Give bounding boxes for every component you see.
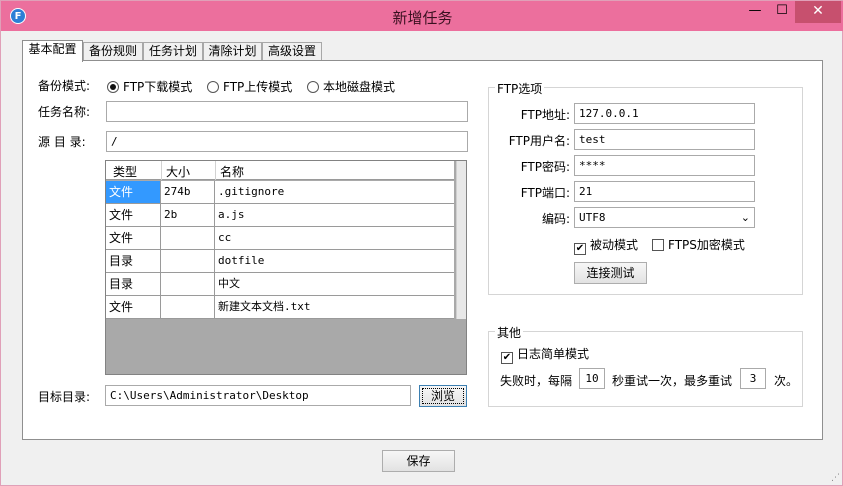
radio-dot: [107, 81, 119, 93]
ftp-password-label: FTP密码:: [520, 160, 570, 174]
passive-mode-label: 被动模式: [590, 238, 639, 252]
ftp-address-input[interactable]: 127.0.0.1: [574, 103, 755, 124]
target-dir-input[interactable]: C:\Users\Administrator\Desktop: [105, 385, 411, 406]
connection-test-button[interactable]: 连接测试: [574, 262, 647, 284]
encoding-value: UTF8: [579, 211, 606, 224]
cell-name: 中文: [218, 277, 240, 290]
encoding-label: 编码:: [541, 212, 570, 226]
grid-row[interactable]: 文件 274b .gitignore: [106, 181, 454, 204]
save-button[interactable]: 保存: [382, 450, 455, 472]
window-title: 新增任务: [392, 9, 453, 27]
grid-row[interactable]: 文件 cc: [106, 227, 454, 250]
ftps-mode-label: FTPS加密模式: [668, 238, 745, 252]
encoding-select[interactable]: UTF8 ⌄: [574, 207, 755, 228]
radio-label: FTP下载模式: [123, 80, 193, 94]
title-bar[interactable]: F 新增任务 — ☐ ✕: [1, 1, 843, 31]
grid-header: 类型 大小 名称: [106, 161, 454, 180]
radio-dot: [307, 81, 319, 93]
passive-mode-checkbox[interactable]: ✔ 被动模式: [574, 236, 638, 255]
grid-row[interactable]: 文件 新建文本文档.txt: [106, 296, 454, 319]
simple-log-checkbox[interactable]: ✔ 日志简单模式: [501, 345, 589, 364]
tab-advanced-settings[interactable]: 高级设置: [262, 42, 322, 61]
minimize-button[interactable]: —: [741, 1, 769, 23]
column-header-type[interactable]: 类型: [113, 163, 137, 180]
radio-label: 本地磁盘模式: [323, 80, 396, 94]
radio-ftp-download[interactable]: FTP下载模式: [107, 78, 192, 95]
checkmark-icon: ✔: [501, 352, 513, 364]
tab-backup-rules[interactable]: 备份规则: [83, 42, 143, 61]
cell-type: 文件: [106, 227, 161, 249]
ftp-address-label: FTP地址:: [520, 108, 570, 122]
tab-basic-config[interactable]: 基本配置: [22, 40, 83, 62]
cell-size: [161, 250, 215, 272]
maximize-button[interactable]: ☐: [769, 1, 795, 23]
radio-ftp-upload[interactable]: FTP上传模式: [207, 78, 292, 95]
tab-cleanup-schedule[interactable]: 清除计划: [203, 42, 262, 61]
cell-name: a.js: [218, 208, 245, 221]
ftp-password-input[interactable]: ****: [574, 155, 755, 176]
task-name-input[interactable]: [106, 101, 468, 122]
retry-interval-input[interactable]: 10: [579, 368, 605, 389]
ftp-options-group: FTP选项 FTP地址: 127.0.0.1 FTP用户名: test FTP密…: [488, 80, 803, 295]
ftp-options-title: FTP选项: [495, 80, 545, 97]
cell-size: 274b: [161, 181, 215, 203]
other-options-group: 其他 ✔ 日志简单模式 失败时，每隔 10 秒重试一次，最多重试 3 次。: [488, 324, 803, 407]
source-dir-label: 源 目 录:: [38, 135, 86, 149]
grid-scrollbar[interactable]: [456, 161, 466, 319]
cell-size: [161, 227, 215, 249]
cell-name: .gitignore: [218, 185, 285, 198]
file-list-grid[interactable]: 类型 大小 名称 文件 274b .gitignore 文件 2b a.js 文…: [105, 160, 467, 375]
retry-prefix-text: 失败时，每隔: [500, 374, 573, 388]
close-button[interactable]: ✕: [795, 1, 841, 23]
retry-suffix-text: 次。: [774, 374, 799, 388]
target-dir-label: 目标目录:: [38, 390, 91, 404]
column-divider: [161, 161, 162, 180]
ftps-mode-checkbox[interactable]: FTPS加密模式: [652, 236, 745, 253]
ftp-user-label: FTP用户名:: [508, 134, 570, 148]
cell-size: [161, 273, 215, 295]
retry-middle-text: 秒重试一次，最多重试: [612, 374, 733, 388]
ftp-port-label: FTP端口:: [520, 186, 570, 200]
checkbox-box: [652, 239, 664, 251]
cell-name: dotfile: [218, 254, 265, 267]
cell-type: 目录: [106, 250, 161, 272]
tab-task-schedule[interactable]: 任务计划: [143, 42, 203, 61]
cell-size: [161, 296, 215, 318]
cell-size: 2b: [161, 204, 215, 226]
grid-row[interactable]: 目录 中文: [106, 273, 454, 296]
checkmark-icon: ✔: [574, 243, 586, 255]
ftp-user-input[interactable]: test: [574, 129, 755, 150]
radio-label: FTP上传模式: [223, 80, 293, 94]
grid-row[interactable]: 文件 2b a.js: [106, 204, 454, 227]
backup-mode-label: 备份模式:: [38, 79, 91, 93]
cell-name: cc: [218, 231, 232, 244]
chevron-down-icon: ⌄: [740, 211, 750, 224]
retry-count-input[interactable]: 3: [740, 368, 766, 389]
grid-row[interactable]: 目录 dotfile: [106, 250, 454, 273]
cell-type: 目录: [106, 273, 161, 295]
column-header-size[interactable]: 大小: [166, 163, 190, 180]
cell-name: 新建文本文档.txt: [218, 300, 311, 313]
browse-button[interactable]: 浏览: [419, 385, 467, 407]
dialog-window: F 新增任务 — ☐ ✕ 基本配置 备份规则 任务计划 清除计划 高级设置 备份…: [0, 0, 843, 486]
cell-type: 文件: [106, 181, 161, 203]
cell-type: 文件: [106, 296, 161, 318]
cell-type: 文件: [106, 204, 161, 226]
ftp-port-input[interactable]: 21: [574, 181, 755, 202]
other-options-title: 其他: [495, 324, 524, 341]
task-name-label: 任务名称:: [38, 105, 91, 119]
simple-log-label: 日志简单模式: [517, 347, 590, 361]
column-divider: [215, 161, 216, 180]
radio-dot: [207, 81, 219, 93]
source-dir-input[interactable]: /: [106, 131, 468, 152]
resize-grip-icon[interactable]: ⋰: [831, 473, 840, 483]
radio-local-disk[interactable]: 本地磁盘模式: [307, 78, 395, 95]
column-header-name[interactable]: 名称: [220, 163, 244, 180]
